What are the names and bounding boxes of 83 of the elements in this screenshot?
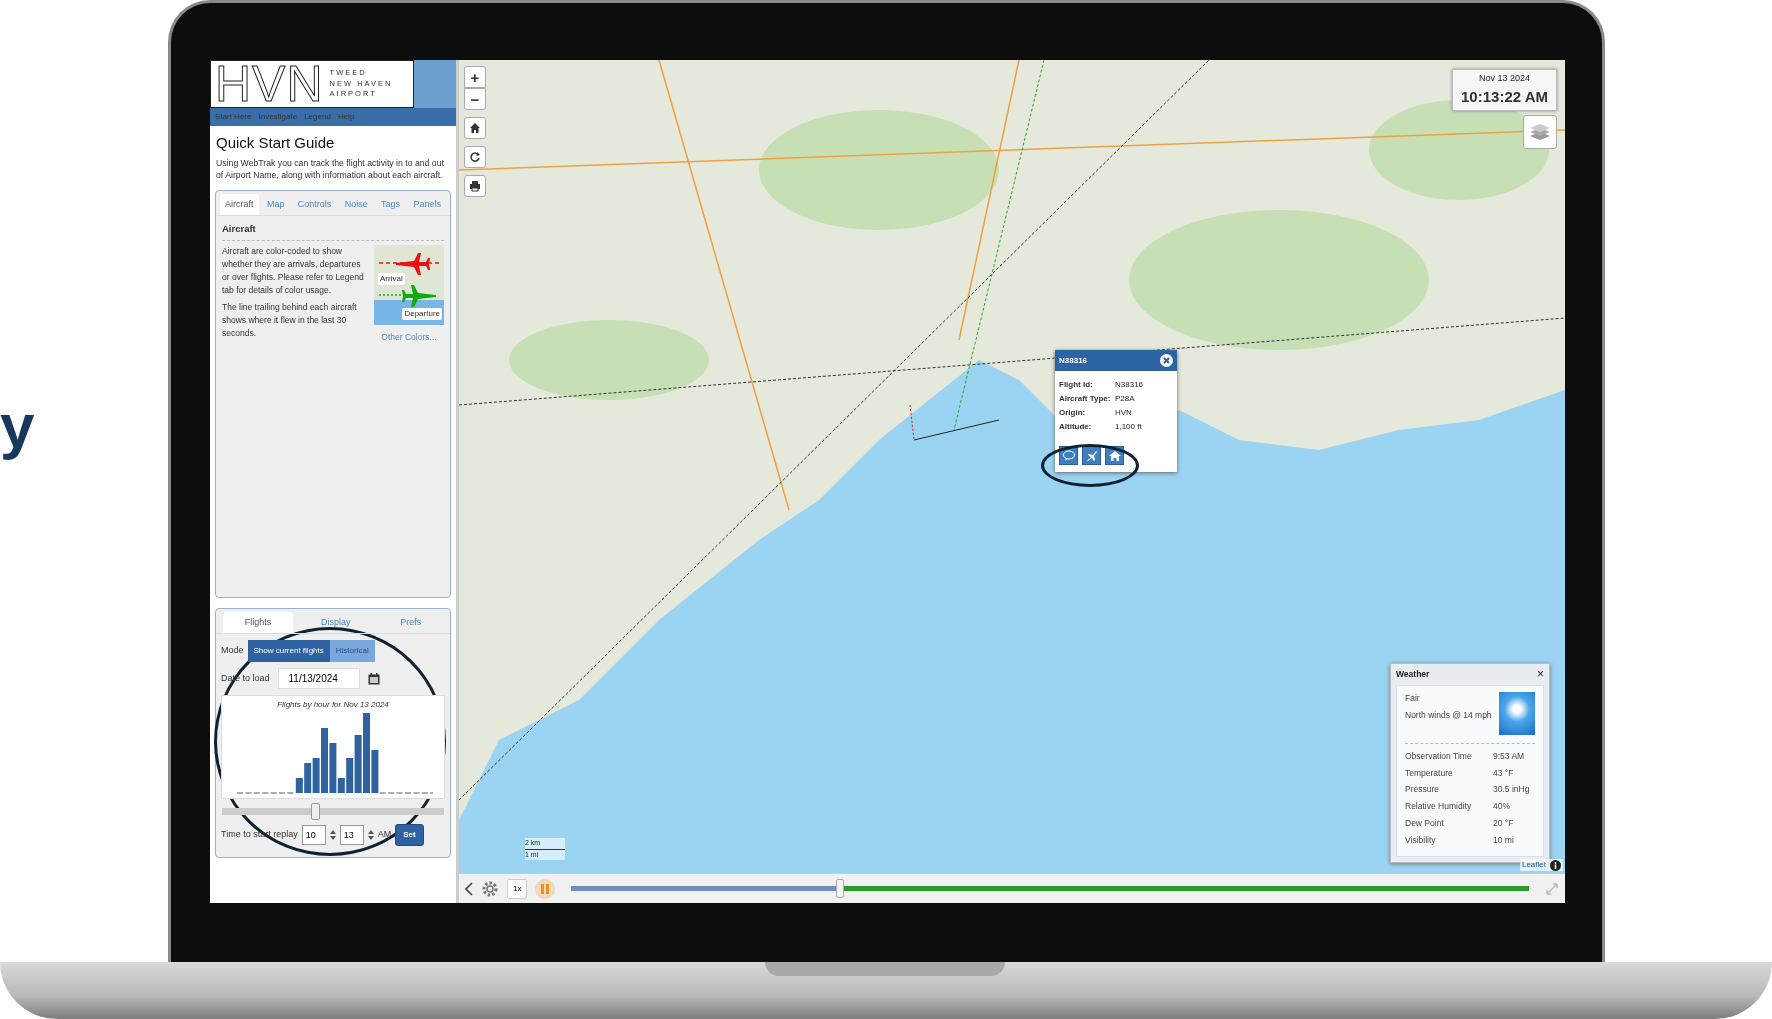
chevron-left-icon[interactable] [465, 881, 473, 896]
layers-icon [1530, 123, 1550, 141]
home-icon [469, 122, 481, 134]
map-tool-button[interactable] [464, 175, 486, 197]
date-field[interactable]: 11/13/2024 [277, 668, 360, 690]
logo-letters: HVN [215, 59, 324, 109]
weather-value: 20 °F [1493, 816, 1514, 830]
weather-value: 40% [1493, 800, 1510, 813]
map-tool-button[interactable] [464, 146, 486, 168]
pause-icon [541, 883, 550, 894]
guide-intro: Using WebTrak you can track the flight activity in to and out of Airport Name, along with information about each aircraft. [216, 156, 445, 182]
field-label: Altitude: [1059, 421, 1093, 433]
info-icon[interactable] [1550, 859, 1561, 871]
slider-thumb[interactable] [311, 803, 321, 821]
close-icon[interactable] [1160, 354, 1173, 367]
nav-link[interactable]: Legend [304, 111, 331, 123]
close-button[interactable]: × [1537, 668, 1544, 681]
map-label: Departure [402, 308, 442, 321]
ampm-label: AM [377, 828, 392, 842]
guide-title: Quick Start Guide [216, 133, 336, 153]
tab[interactable]: Tags [376, 193, 406, 216]
nav-link[interactable]: Start Here [215, 111, 252, 123]
tab[interactable]: Map [261, 193, 290, 216]
tab[interactable]: Aircraft [220, 193, 259, 216]
weather-value: 9:53 AM [1493, 749, 1525, 763]
sun-image [1499, 691, 1535, 735]
weather-label: Visibility [1405, 833, 1437, 847]
refresh-icon [469, 151, 481, 163]
print-icon [469, 180, 481, 192]
minute-field[interactable]: 13 [339, 825, 364, 846]
clock-time: 10:13:22 AM [1461, 86, 1548, 107]
weather-value: 30.5 inHg [1493, 783, 1530, 796]
popup-action-button[interactable] [1105, 446, 1124, 465]
description-text: Aircraft are color-coded to show whether they are arrivals, departures or over flights. Please refer to Legend tab for details of color usage. [222, 245, 365, 297]
tab[interactable]: Prefs [378, 611, 444, 634]
weather-value: 43 °F [1493, 766, 1514, 780]
tab[interactable]: Display [298, 611, 373, 634]
set-button[interactable]: Set [395, 824, 424, 847]
hour-field[interactable]: 10 [301, 825, 326, 846]
zoom-button[interactable]: − [464, 88, 486, 110]
settings-icon[interactable] [481, 879, 499, 898]
timeline-thumb[interactable] [835, 879, 844, 898]
spinner-icon[interactable] [367, 830, 374, 841]
popup-title: N38316 [1059, 354, 1088, 367]
zoom-button[interactable]: + [464, 66, 486, 88]
spinner-icon[interactable] [329, 830, 336, 841]
panel-title: Weather [1396, 668, 1430, 681]
weather-label: Pressure [1405, 783, 1440, 796]
field-value: 1,100 ft [1115, 421, 1142, 433]
weather-wind: North winds @ 14 mph [1405, 708, 1492, 722]
tab[interactable]: Noise [339, 193, 373, 216]
calendar-icon[interactable] [367, 672, 380, 685]
map-label: Arrival [378, 273, 405, 286]
layers-button[interactable] [1523, 115, 1557, 149]
field-label: Flight Id: [1059, 379, 1094, 391]
other-colors-link[interactable]: Other Colors... [381, 331, 437, 345]
mode-toggle[interactable]: Historical [329, 640, 375, 663]
field-label: Origin: [1059, 407, 1087, 419]
field-value: P28A [1115, 393, 1135, 405]
nav-link[interactable]: Help [337, 111, 355, 123]
weather-value: 10 mi [1493, 833, 1514, 847]
house-icon [1107, 448, 1122, 463]
tab[interactable]: Flights [222, 611, 294, 634]
field-value: HVN [1115, 407, 1132, 419]
weather-condition: Fair [1405, 691, 1421, 705]
tab[interactable]: Panels [408, 193, 446, 216]
speech-bubble-icon [1061, 448, 1076, 463]
weather-label: Observation Time [1405, 749, 1473, 763]
clock-date: Nov 13 2024 [1478, 72, 1532, 85]
speed-button[interactable]: 1x [507, 878, 528, 899]
mode-toggle[interactable]: Show current flights [247, 640, 330, 663]
description-text: The line trailing behind each aircraft shows where it flew in the last 30 seconds. [222, 301, 358, 340]
map-tool-button[interactable] [464, 117, 486, 139]
weather-label: Relative Humidity [1405, 800, 1473, 813]
tab[interactable]: Controls [292, 193, 337, 216]
field-label: Aircraft Type: [1059, 393, 1112, 405]
weather-label: Temperature [1405, 766, 1454, 780]
section-heading: Aircraft [222, 222, 444, 242]
nav-link[interactable]: Investigate [258, 111, 298, 123]
field-label: Mode [221, 644, 244, 658]
field-value: N38316 [1115, 379, 1144, 391]
chart-title: Flights by hour for Nov 13 2024 [276, 699, 390, 712]
weather-label: Dew Point [1405, 816, 1445, 830]
